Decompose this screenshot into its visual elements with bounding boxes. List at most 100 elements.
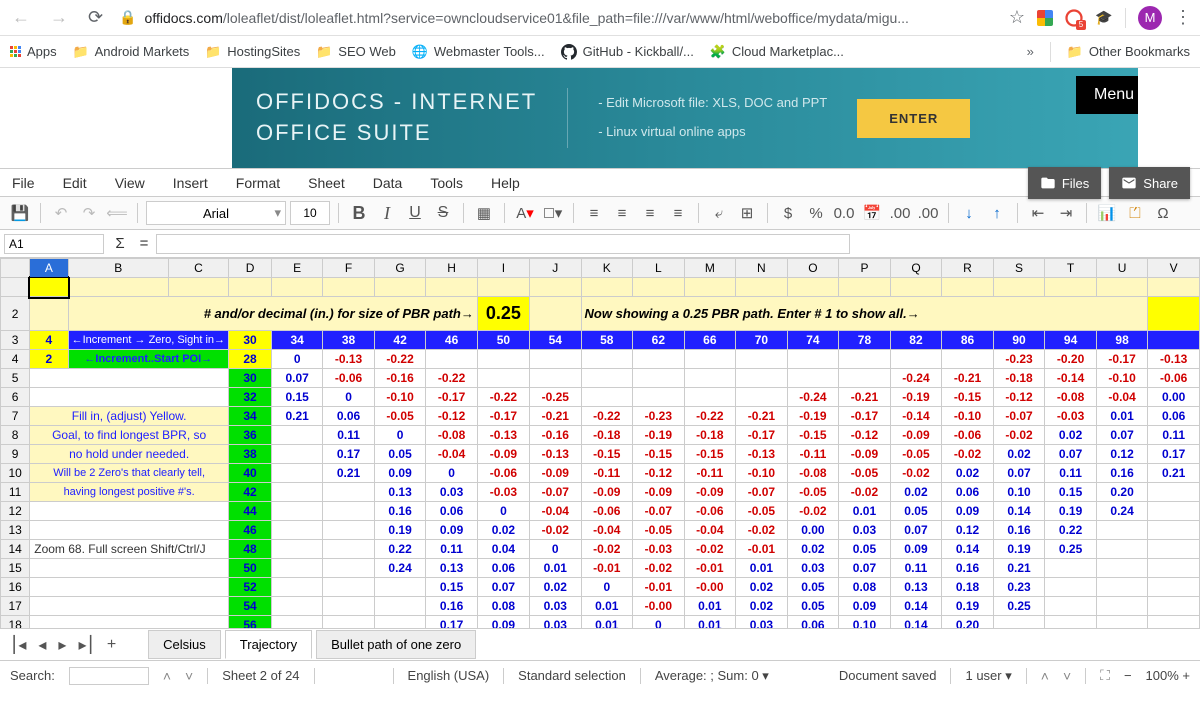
column-header[interactable]: D bbox=[229, 259, 272, 278]
cell[interactable]: 0.06 bbox=[942, 483, 994, 502]
cell[interactable]: 0.09 bbox=[426, 521, 478, 540]
equals-icon[interactable]: = bbox=[132, 235, 156, 252]
cell[interactable] bbox=[323, 616, 375, 629]
search-prev-icon[interactable]: ˄ bbox=[163, 668, 171, 684]
sheet-tab[interactable]: Celsius bbox=[148, 630, 221, 659]
cell[interactable] bbox=[1045, 616, 1097, 629]
cell[interactable]: -0.02 bbox=[684, 540, 736, 559]
sheet-tab[interactable]: Bullet path of one zero bbox=[316, 630, 476, 659]
cell[interactable]: 0.03 bbox=[530, 616, 582, 629]
row-header[interactable]: 13 bbox=[1, 521, 30, 540]
undo-icon[interactable]: ↶ bbox=[49, 201, 73, 225]
cell[interactable]: 0.10 bbox=[839, 616, 891, 629]
row-header[interactable]: 3 bbox=[1, 331, 30, 350]
column-header[interactable]: T bbox=[1045, 259, 1097, 278]
cell[interactable] bbox=[323, 559, 375, 578]
cell[interactable]: -0.19 bbox=[787, 407, 839, 426]
cell[interactable]: 0.21 bbox=[272, 407, 323, 426]
cell[interactable]: -0.17 bbox=[477, 407, 529, 426]
cell[interactable] bbox=[272, 445, 323, 464]
cell[interactable]: 0.25 bbox=[1045, 540, 1097, 559]
cell[interactable]: -0.05 bbox=[890, 445, 942, 464]
cell[interactable]: 0.06 bbox=[477, 559, 529, 578]
cell[interactable]: 0.01 bbox=[581, 616, 633, 629]
cell[interactable]: -0.15 bbox=[581, 445, 633, 464]
tab-nav-last[interactable]: ▸⎮ bbox=[74, 635, 98, 655]
cell[interactable]: 40 bbox=[229, 464, 272, 483]
cell[interactable]: 90 bbox=[993, 331, 1045, 350]
cell[interactable]: 0.21 bbox=[993, 559, 1045, 578]
cell[interactable] bbox=[1148, 578, 1200, 597]
menu-button[interactable]: Menu bbox=[1076, 76, 1138, 114]
bookmark-folder[interactable]: 📁SEO Web bbox=[316, 44, 396, 60]
cell[interactable]: 0.21 bbox=[1148, 464, 1200, 483]
spreadsheet-grid[interactable]: ABCDEFGHIJKLMNOPQRSTUV 2# and/or decimal… bbox=[0, 258, 1200, 628]
cell[interactable] bbox=[942, 278, 994, 297]
cell[interactable] bbox=[30, 521, 229, 540]
number-format-button[interactable]: 0.0 bbox=[832, 201, 856, 225]
cell[interactable]: -0.06 bbox=[1148, 369, 1200, 388]
indent-more-button[interactable]: ⇥ bbox=[1054, 201, 1078, 225]
cell[interactable]: 0.25 bbox=[993, 597, 1045, 616]
row-header[interactable]: 11 bbox=[1, 483, 30, 502]
extension-icon-grad[interactable]: 🎓 bbox=[1095, 9, 1113, 27]
column-header[interactable]: H bbox=[426, 259, 478, 278]
select-all-corner[interactable] bbox=[1, 259, 30, 278]
add-decimal-button[interactable]: .00 bbox=[888, 201, 912, 225]
cell[interactable] bbox=[530, 278, 582, 297]
column-header[interactable]: S bbox=[993, 259, 1045, 278]
cell[interactable] bbox=[30, 297, 68, 331]
cell[interactable]: 74 bbox=[787, 331, 839, 350]
cell[interactable]: 0.14 bbox=[890, 597, 942, 616]
cell[interactable] bbox=[426, 350, 478, 369]
cell[interactable]: -0.12 bbox=[839, 426, 891, 445]
cell[interactable] bbox=[272, 521, 323, 540]
cell[interactable] bbox=[272, 559, 323, 578]
cell[interactable]: 2 bbox=[30, 350, 68, 369]
cell[interactable]: 0.05 bbox=[890, 502, 942, 521]
bookmarks-overflow[interactable]: » bbox=[1027, 44, 1034, 59]
cell[interactable] bbox=[272, 483, 323, 502]
row-header[interactable]: 15 bbox=[1, 559, 30, 578]
cell[interactable]: -0.05 bbox=[839, 464, 891, 483]
cell[interactable] bbox=[477, 278, 529, 297]
align-left-button[interactable]: ≡ bbox=[582, 201, 606, 225]
cell[interactable]: 0.22 bbox=[374, 540, 426, 559]
cell[interactable] bbox=[272, 597, 323, 616]
cell[interactable]: -0.12 bbox=[993, 388, 1045, 407]
cell[interactable]: 0.11 bbox=[323, 426, 375, 445]
cell[interactable] bbox=[1148, 483, 1200, 502]
merge-cells-button[interactable]: ⊞ bbox=[735, 201, 759, 225]
cell[interactable]: 0.01 bbox=[530, 559, 582, 578]
column-header[interactable]: K bbox=[581, 259, 633, 278]
menu-format[interactable]: Format bbox=[236, 175, 280, 191]
cell[interactable] bbox=[374, 578, 426, 597]
cell[interactable]: 0.07 bbox=[1096, 426, 1148, 445]
cell[interactable]: 70 bbox=[736, 331, 788, 350]
cell[interactable] bbox=[1148, 278, 1200, 297]
cell[interactable]: 0.16 bbox=[1096, 464, 1148, 483]
cell[interactable]: 0.09 bbox=[374, 464, 426, 483]
language-indicator[interactable]: English (USA) bbox=[408, 668, 490, 683]
cell[interactable] bbox=[890, 278, 942, 297]
cell[interactable]: 0.01 bbox=[736, 559, 788, 578]
cell[interactable]: -0.03 bbox=[1045, 407, 1097, 426]
cell[interactable]: 0 bbox=[272, 350, 323, 369]
profile-avatar[interactable]: M bbox=[1138, 6, 1162, 30]
cell[interactable]: -0.10 bbox=[942, 407, 994, 426]
cell[interactable] bbox=[1096, 278, 1148, 297]
column-header[interactable]: I bbox=[477, 259, 529, 278]
cell[interactable]: 0.03 bbox=[787, 559, 839, 578]
cell[interactable]: -0.00 bbox=[684, 578, 736, 597]
menu-help[interactable]: Help bbox=[491, 175, 520, 191]
cell[interactable] bbox=[323, 278, 375, 297]
cell[interactable]: -0.00 bbox=[633, 597, 685, 616]
cell[interactable]: 0.19 bbox=[1045, 502, 1097, 521]
strikethrough-button[interactable]: S bbox=[431, 201, 455, 225]
cell[interactable] bbox=[1096, 559, 1148, 578]
cell[interactable]: 38 bbox=[323, 331, 375, 350]
cell[interactable]: 0.02 bbox=[993, 445, 1045, 464]
cell[interactable] bbox=[229, 278, 272, 297]
cell[interactable]: 0.17 bbox=[1148, 445, 1200, 464]
cell[interactable]: 0 bbox=[530, 540, 582, 559]
